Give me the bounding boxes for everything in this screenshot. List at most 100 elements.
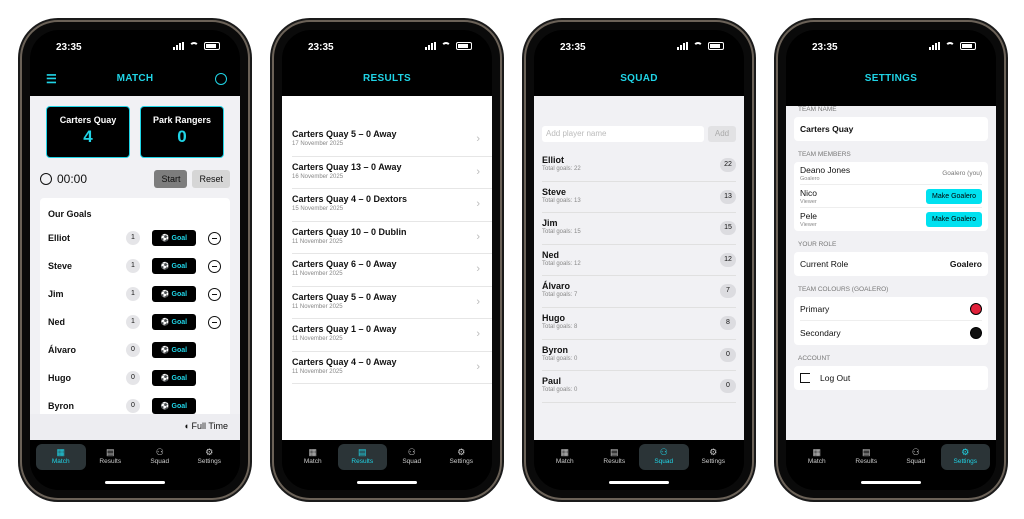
squad-row[interactable]: Paul Total goals: 0 0: [542, 371, 736, 403]
result-row[interactable]: Carters Quay 4 – 0 Dextors 15 November 20…: [292, 189, 492, 222]
home-indicator[interactable]: [357, 481, 417, 484]
tab-results[interactable]: ▤ Results: [590, 444, 640, 470]
tab-results[interactable]: ▤ Results: [86, 444, 136, 470]
tab-settings[interactable]: ⚙ Settings: [689, 444, 739, 470]
squad-row[interactable]: Hugo Total goals: 8 8: [542, 308, 736, 340]
add-player-button[interactable]: Add: [708, 126, 736, 142]
result-row[interactable]: Carters Quay 5 – 0 Away 17 November 2025 ›: [292, 124, 492, 157]
our-goals-card: Our Goals Elliot 1 ⚽ Goal Steve 1 ⚽ Goal Jim 1 ⚽…: [40, 198, 230, 426]
goal-button[interactable]: ⚽ Goal: [152, 314, 196, 330]
goal-button[interactable]: ⚽ Goal: [152, 398, 196, 414]
log-out-label: Log Out: [820, 373, 851, 383]
menu-list-icon[interactable]: ☰: [46, 73, 57, 85]
phone-settings: 23:35 SETTINGS TEAM NAME Carters Quay TE…: [778, 22, 1004, 498]
full-time-label: Full Time: [191, 421, 228, 431]
results-content: Carters Quay 5 – 0 Away 17 November 2025 ›…: [282, 96, 492, 440]
remove-goal-icon[interactable]: [208, 259, 221, 273]
wifi-icon: [945, 42, 955, 50]
goal-button[interactable]: ⚽ Goal: [152, 258, 196, 274]
dynamic-island: [105, 38, 167, 55]
squad-row[interactable]: Ned Total goals: 12 12: [542, 245, 736, 277]
profile-icon[interactable]: [215, 73, 227, 85]
result-title: Carters Quay 5 – 0 Away: [292, 291, 397, 302]
tab-match[interactable]: ▦ Match: [540, 444, 590, 470]
wifi-icon: [189, 42, 199, 50]
remove-goal-icon[interactable]: [208, 315, 221, 329]
squad-row[interactable]: Álvaro Total goals: 7 7: [542, 276, 736, 308]
goal-button[interactable]: ⚽ Goal: [152, 370, 196, 386]
list-icon: ▤: [609, 447, 619, 457]
result-row[interactable]: Carters Quay 10 – 0 Dublin 11 November 20…: [292, 222, 492, 254]
goal-row: Álvaro 0 ⚽ Goal: [48, 336, 222, 364]
result-row[interactable]: Carters Quay 13 – 0 Away 16 November 2025…: [292, 157, 492, 189]
home-indicator[interactable]: [861, 481, 921, 484]
result-title: Carters Quay 4 – 0 Away: [292, 356, 397, 367]
player-name: Byron: [48, 401, 75, 411]
make-goalero-button[interactable]: Make Goalero: [926, 212, 982, 227]
result-row[interactable]: Carters Quay 1 – 0 Away 11 November 2025 ›: [292, 319, 492, 352]
result-row[interactable]: Carters Quay 5 – 0 Away 11 November 2025 ›: [292, 287, 492, 319]
status-time: 23:35: [56, 42, 82, 53]
reset-button[interactable]: Reset: [192, 170, 230, 188]
tab-squad[interactable]: ⚇ Squad: [135, 444, 185, 470]
results-list: Carters Quay 5 – 0 Away 17 November 2025 ›…: [282, 96, 492, 440]
remove-goal-icon[interactable]: [208, 231, 221, 245]
nav-bar: ☰ MATCH: [30, 68, 240, 90]
goal-row: Elliot 1 ⚽ Goal: [48, 224, 222, 252]
goal-button[interactable]: ⚽ Goal: [152, 342, 196, 358]
home-indicator[interactable]: [609, 481, 669, 484]
result-row[interactable]: Carters Quay 4 – 0 Away 11 November 2025 ›: [292, 352, 492, 384]
primary-colour-swatch[interactable]: [970, 302, 982, 315]
goal-button[interactable]: ⚽ Goal: [152, 230, 196, 246]
remove-goal-icon[interactable]: [208, 287, 221, 301]
tab-results[interactable]: ▤ Results: [337, 444, 387, 470]
goals-title: Our Goals: [48, 209, 92, 219]
make-goalero-button[interactable]: Make Goalero: [926, 188, 982, 204]
tab-settings[interactable]: ⚙ Settings: [940, 444, 990, 470]
player-name: Elliot: [48, 233, 70, 243]
chevron-right-icon: ›: [476, 295, 480, 308]
tab-results[interactable]: ▤ Results: [842, 444, 892, 470]
tab-match[interactable]: ▦ Match: [792, 444, 842, 470]
secondary-colour-swatch[interactable]: [970, 327, 982, 339]
scoreboard-icon: ▦: [56, 447, 65, 457]
tab-squad[interactable]: ⚇ Squad: [387, 444, 437, 470]
tab-label: Squad: [654, 458, 674, 465]
tab-label: Settings: [449, 458, 474, 465]
tab-settings[interactable]: ⚙ Settings: [437, 444, 487, 470]
tab-match[interactable]: ▦ Match: [36, 444, 86, 470]
team-name-header: TEAM NAME: [798, 106, 837, 113]
log-out-button[interactable]: Log Out: [800, 366, 982, 390]
add-player-input[interactable]: Add player name: [542, 126, 704, 142]
tab-label: Squad: [402, 458, 422, 465]
squad-row[interactable]: Elliot Total goals: 22 22: [542, 150, 736, 182]
signal-icon: [677, 42, 688, 50]
squad-row[interactable]: Jim Total goals: 15 15: [542, 213, 736, 245]
primary-colour-row[interactable]: Primary: [800, 297, 982, 321]
tab-squad[interactable]: ⚇ Squad: [891, 444, 941, 470]
tab-settings[interactable]: ⚙ Settings: [185, 444, 235, 470]
chevron-right-icon: ›: [476, 263, 480, 275]
tab-squad[interactable]: ⚇ Squad: [639, 444, 689, 470]
home-score-card[interactable]: Carters Quay 4: [46, 106, 130, 158]
secondary-colour-row[interactable]: Secondary: [800, 321, 982, 345]
squad-goal-count: 0: [720, 379, 736, 394]
result-row[interactable]: Carters Quay 6 – 0 Away 11 November 2025 ›: [292, 254, 492, 287]
squad-total-goals: Total goals: 22: [542, 166, 581, 172]
current-role-row: Current Role Goalero: [800, 252, 982, 276]
team-name-field[interactable]: Carters Quay: [800, 117, 982, 141]
signal-icon: [929, 42, 940, 50]
status-icons: [173, 42, 220, 50]
tab-match[interactable]: ▦ Match: [288, 444, 338, 470]
away-score-card[interactable]: Park Rangers 0: [140, 106, 224, 158]
nav-bar: RESULTS: [282, 68, 492, 90]
squad-list: Elliot Total goals: 22 22 Steve Total goals:…: [534, 150, 744, 403]
squad-row[interactable]: Byron Total goals: 0 0: [542, 340, 736, 372]
full-time-button[interactable]: ◖ Full Time: [30, 414, 240, 440]
home-indicator[interactable]: [105, 481, 165, 484]
goal-button[interactable]: ⚽ Goal: [152, 286, 196, 302]
start-button[interactable]: Start: [154, 170, 188, 188]
battery-icon: [960, 42, 976, 50]
goal-button-label: Goal: [171, 263, 188, 270]
squad-row[interactable]: Steve Total goals: 13 13: [542, 182, 736, 214]
